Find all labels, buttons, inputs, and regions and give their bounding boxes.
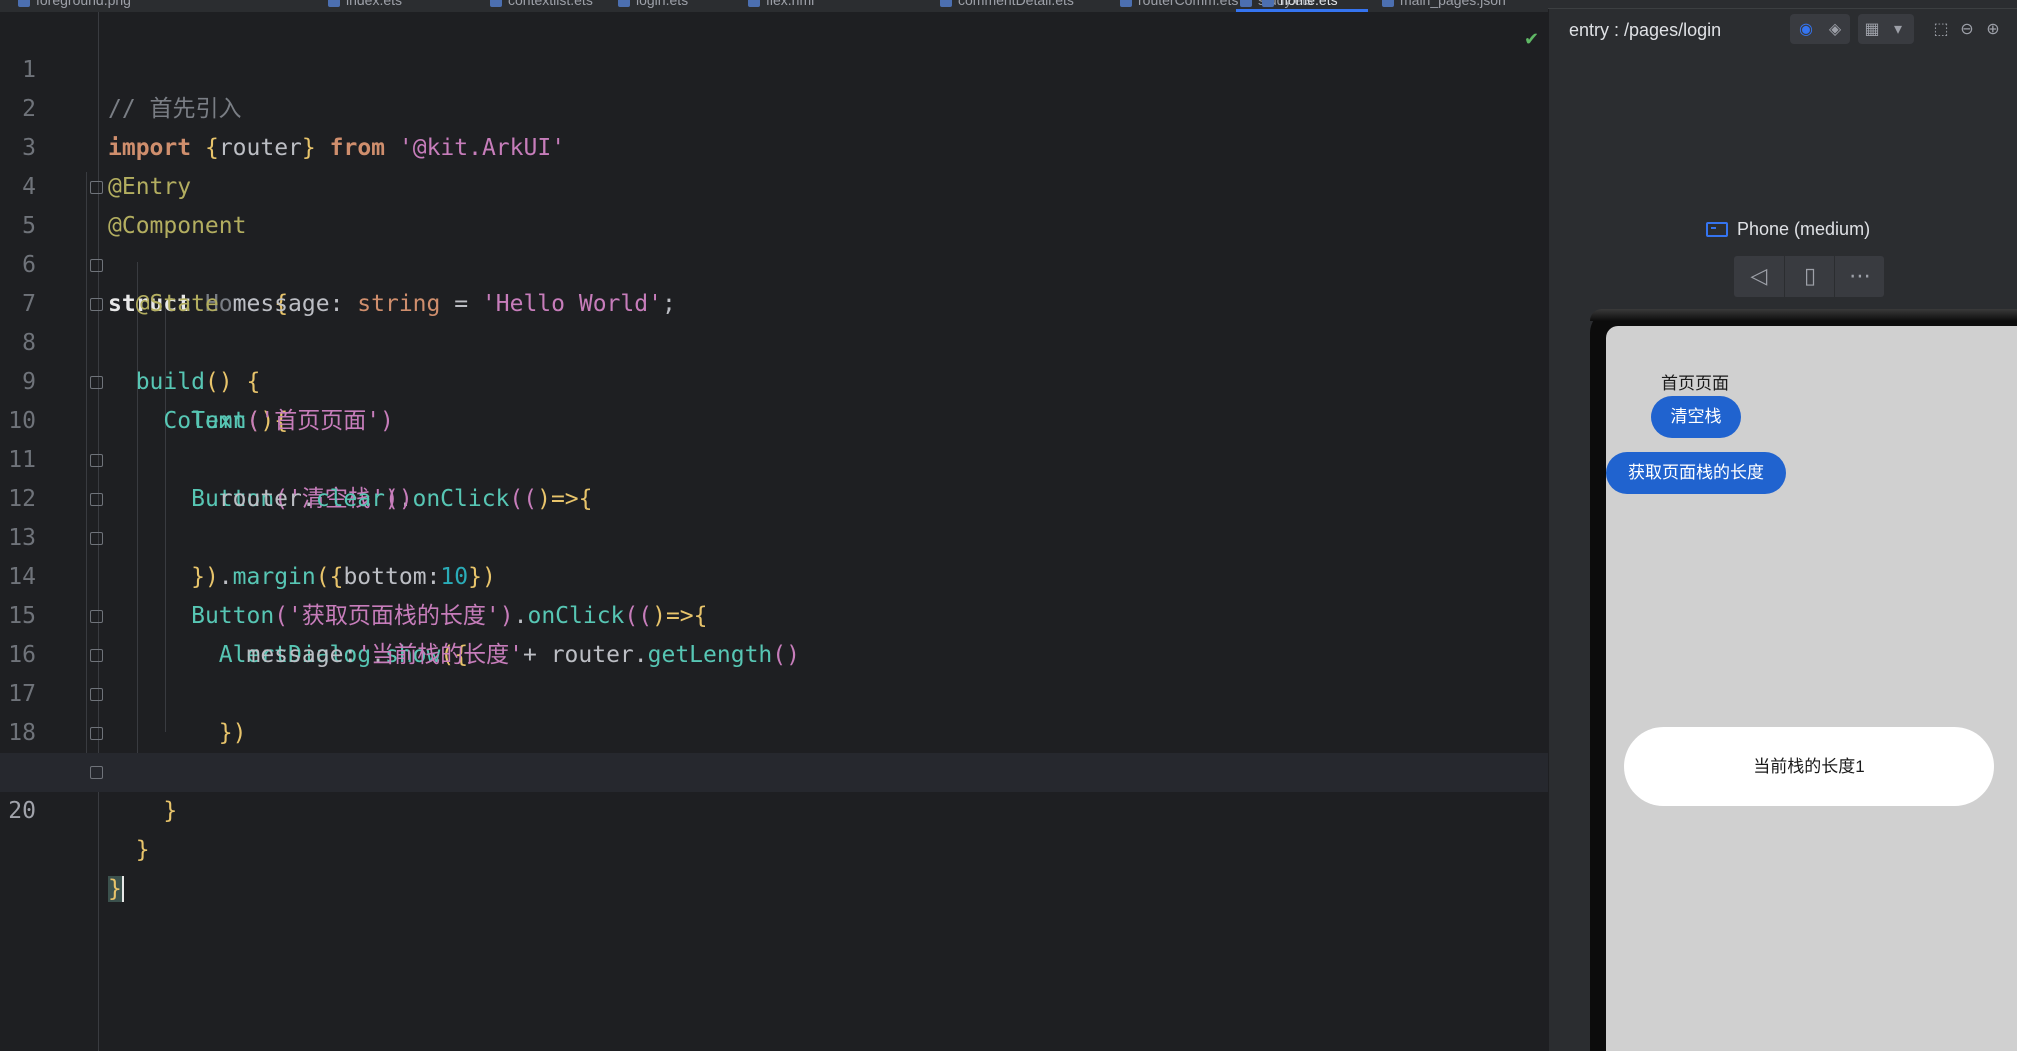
code-line-current: 20 }	[0, 753, 1548, 902]
phone-screen[interactable]: 首页页面 清空栈 获取页面栈的长度 当前栈的长度1	[1606, 326, 2017, 1051]
fold-end-icon[interactable]	[90, 766, 103, 779]
code-line: 14 AlertDialog.show({	[0, 519, 1548, 668]
fold-end-icon[interactable]	[90, 727, 103, 740]
phone-bezel	[1590, 309, 2017, 321]
fold-end-icon[interactable]	[90, 454, 103, 467]
code-line: 2 import {router} from '@kit.ArkUI'	[0, 51, 1548, 161]
back-icon[interactable]: ◁	[1734, 256, 1784, 297]
brace-token: }	[135, 837, 150, 863]
fold-toggle-icon[interactable]	[90, 298, 103, 311]
code-line: 7 build() {	[0, 246, 1548, 395]
editor-tab-bar: foreground.png index.ets contextlist.ets…	[0, 0, 1548, 12]
fold-toggle-icon[interactable]	[90, 532, 103, 545]
ets-file-icon	[618, 0, 630, 8]
fold-toggle-icon[interactable]	[90, 376, 103, 389]
home-page-title: 首页页面	[1661, 374, 1729, 393]
code-line: 6 @State message: string = 'Hello World'…	[0, 207, 1548, 317]
clear-stack-button[interactable]: 清空栈	[1651, 396, 1741, 438]
device-selector[interactable]: Phone (medium)	[1706, 219, 1870, 240]
previewer-panel: entry : /pages/login ◉ ◈ ▦ ▾ ⬚ ⊖ ⊕ Phone…	[1548, 0, 2017, 1051]
tab-commentdetail-ets[interactable]: commentDetail.ets	[940, 0, 1074, 12]
json-file-icon	[1382, 0, 1394, 8]
code-line: 19 }	[0, 714, 1548, 863]
image-file-icon	[18, 0, 30, 8]
code-line: 12 }).margin({bottom:10})	[0, 441, 1548, 590]
code-line: 3 @Entry	[0, 90, 1548, 200]
tab-foreground-png[interactable]: foreground.png	[18, 0, 131, 12]
code-line: 13 Button('获取页面栈的长度').onClick(()=>{	[0, 480, 1548, 629]
inspect-icon[interactable]: ◉	[1793, 16, 1819, 42]
code-editor[interactable]: ✔ 1 // 首先引入 2 import {router} from '@kit…	[0, 12, 1548, 1051]
grid-icon[interactable]: ▦	[1859, 16, 1885, 42]
fold-toggle-icon[interactable]	[90, 181, 103, 194]
fold-end-icon[interactable]	[90, 649, 103, 662]
code-line: 18 }	[0, 675, 1548, 824]
code-line: 5 struct Home {	[0, 168, 1548, 317]
code-line: 11 router.clear()	[0, 402, 1548, 512]
fold-end-icon[interactable]	[90, 610, 103, 623]
hml-file-icon	[748, 0, 760, 8]
previewer-header-strip	[1548, 0, 2017, 9]
layers-icon[interactable]: ◈	[1822, 16, 1848, 42]
ets-file-icon	[328, 0, 340, 8]
get-stack-length-button[interactable]: 获取页面栈的长度	[1606, 452, 1786, 494]
code-line: 10 Button('清空栈').onClick(()=>{	[0, 363, 1548, 512]
code-line: 16 })	[0, 597, 1548, 746]
alert-dialog[interactable]: 当前栈的长度1	[1624, 727, 1994, 806]
brace-token: }	[163, 798, 178, 824]
preview-page-path: entry : /pages/login	[1569, 20, 1722, 40]
dropdown-icon[interactable]: ▾	[1885, 16, 1911, 42]
line-number: 20	[8, 798, 36, 824]
crop-icon[interactable]: ⬚	[1928, 16, 1954, 42]
code-line: 15 message:'当前栈的长度'+ router.getLength()	[0, 558, 1548, 668]
code-line: 9 Text('首页页面')	[0, 324, 1548, 434]
tab-index-ets[interactable]: index.ets	[328, 0, 402, 12]
tab-contextlist-ets[interactable]: contextlist.ets	[490, 0, 593, 12]
ets-file-icon	[490, 0, 502, 8]
rotate-icon[interactable]: ▯	[1784, 256, 1835, 297]
ets-file-icon	[1262, 0, 1274, 8]
device-control-bar: ◁ ▯ ⋯	[1734, 256, 1884, 297]
tab-main-pages-json[interactable]: main_pages.json	[1382, 0, 1506, 12]
device-name: Phone (medium)	[1737, 219, 1871, 239]
code-line: 17 })	[0, 636, 1548, 785]
zoom-in-icon[interactable]: ⊕	[1980, 16, 2006, 42]
fold-end-icon[interactable]	[90, 688, 103, 701]
fold-toggle-icon[interactable]	[90, 259, 103, 272]
ets-file-icon	[1240, 0, 1252, 8]
phone-device-icon	[1706, 222, 1728, 237]
ets-file-icon	[940, 0, 952, 8]
tab-routercomm-ets[interactable]: routerComm.ets	[1120, 0, 1238, 12]
code-line: 4 @Component	[0, 129, 1548, 239]
ets-file-icon	[1120, 0, 1132, 8]
panel-divider[interactable]	[1548, 0, 1549, 1051]
more-icon[interactable]: ⋯	[1834, 256, 1885, 297]
matched-brace-token: }	[108, 876, 124, 902]
tab-login-ets[interactable]: login.ets	[618, 0, 688, 12]
tab-flex-hml[interactable]: flex.hml	[748, 0, 814, 12]
zoom-out-icon[interactable]: ⊖	[1954, 16, 1980, 42]
fold-toggle-icon[interactable]	[90, 493, 103, 506]
code-line: 8 Column(){	[0, 285, 1548, 434]
code-line: 1 // 首先引入	[0, 12, 1548, 122]
